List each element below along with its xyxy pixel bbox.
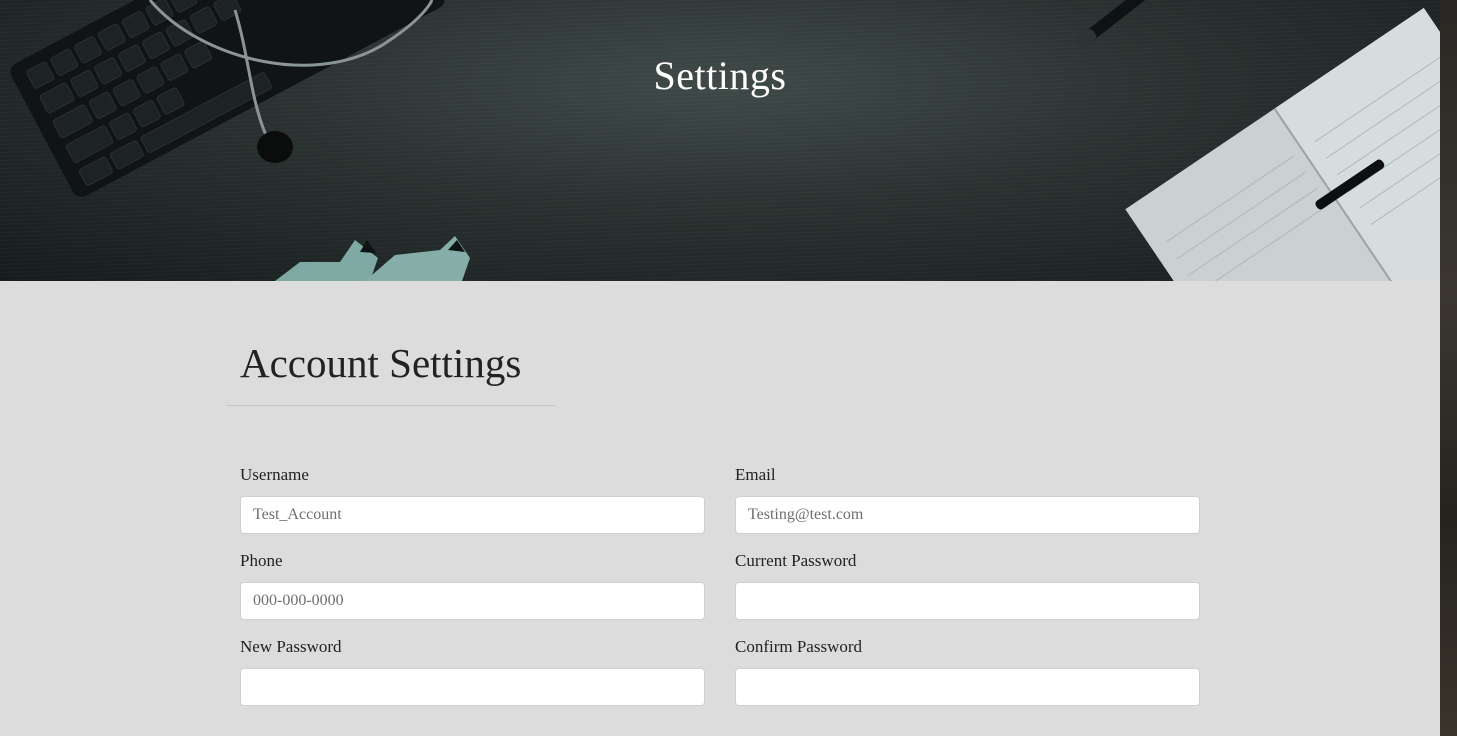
settings-page: Settings Account Settings Username Email… <box>0 0 1457 736</box>
confirm-password-input[interactable] <box>735 668 1200 706</box>
email-input[interactable] <box>735 496 1200 534</box>
heading-divider <box>226 405 555 406</box>
keyboard-image <box>10 0 445 197</box>
current-password-label: Current Password <box>735 551 857 570</box>
desk-background-image <box>10 0 1440 281</box>
current-password-group: Current Password <box>735 551 1200 620</box>
email-label: Email <box>735 465 776 484</box>
background-photo-edge <box>1440 0 1457 736</box>
username-group: Username <box>240 465 705 534</box>
username-input[interactable] <box>240 496 705 534</box>
new-password-label: New Password <box>240 637 342 656</box>
hero-banner: Settings <box>0 0 1440 281</box>
new-password-input[interactable] <box>240 668 705 706</box>
current-password-input[interactable] <box>735 582 1200 620</box>
email-group: Email <box>735 465 1200 534</box>
username-label: Username <box>240 465 309 484</box>
new-password-group: New Password <box>240 637 705 706</box>
page-title: Settings <box>653 53 787 98</box>
phone-input[interactable] <box>240 582 705 620</box>
confirm-password-group: Confirm Password <box>735 637 1200 706</box>
arrow-sticky-notes-image <box>275 236 470 281</box>
phone-group: Phone <box>240 551 705 620</box>
account-settings-section: Account Settings Username Email Phone Cu… <box>0 281 1440 736</box>
phone-label: Phone <box>240 551 283 570</box>
confirm-password-label: Confirm Password <box>735 637 863 656</box>
notebook-image <box>1125 7 1440 281</box>
section-heading: Account Settings <box>240 340 522 386</box>
